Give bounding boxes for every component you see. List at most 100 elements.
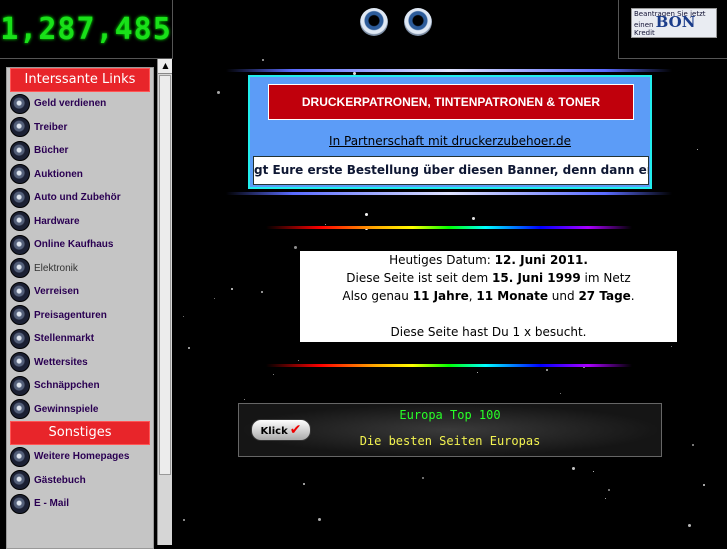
scroll-up-icon[interactable]: ▲ [158,59,173,74]
nav-item[interactable]: Treiber [10,116,153,140]
nav-item[interactable]: Schnäppchen [10,374,153,398]
star [298,360,299,361]
nav-label[interactable]: Auktionen [34,169,83,180]
printer-banner[interactable]: DRUCKERPATRONEN, TINTENPATRONEN & TONER … [248,75,652,189]
banner-title[interactable]: DRUCKERPATRONEN, TINTENPATRONEN & TONER [268,84,634,120]
eyes-animation [358,8,438,38]
star [214,298,215,299]
scrollbar[interactable]: ▲ [157,59,173,545]
star [325,224,326,225]
globe-icon [10,328,30,349]
ad-line3: Kredit [634,29,655,37]
star [303,483,305,485]
star [318,518,321,521]
star [217,91,220,94]
nav-label[interactable]: Treiber [34,122,67,133]
nav-item[interactable]: Stellenmarkt [10,327,153,351]
info-box: Heutiges Datum: 12. Juni 2011. Diese Sei… [300,251,677,342]
nav-item[interactable]: Wettersites [10,351,153,375]
nav-item[interactable]: Gästebuch [10,469,153,493]
nav-label[interactable]: Wettersites [34,357,88,368]
globe-icon [10,258,30,279]
star [671,346,672,347]
current-date: 12. Juni 2011. [494,253,588,267]
globe-icon [10,164,30,185]
date-line: Heutiges Datum: 12. Juni 2011. [300,251,677,269]
counter-value: 1,287,485 [0,11,172,47]
since-line: Diese Seite ist seit dem 15. Juni 1999 i… [300,269,677,287]
since-prefix: Diese Seite ist seit dem [346,271,493,285]
nav-item[interactable]: Geld verdienen [10,92,153,116]
globe-icon [10,187,30,208]
nav-item[interactable]: E - Mail [10,492,153,516]
since-suffix: im Netz [580,271,631,285]
ad-brand: BON [655,13,696,31]
ad-line2: einen [634,21,654,29]
nav-label[interactable]: Online Kaufhaus [34,239,113,250]
nav-label[interactable]: Gewinnspiele [34,404,98,415]
star [593,471,594,472]
nav-label[interactable]: Hardware [34,216,80,227]
bon-kredit-ad[interactable]: Beantragen Sie jetzt einen BON Kredit [631,8,717,38]
globe-icon [10,375,30,396]
star [688,524,691,527]
star [422,477,424,479]
star [183,519,185,521]
globe-icon [10,352,30,373]
star [560,393,561,394]
star [703,484,705,486]
nav-item[interactable]: Online Kaufhaus [10,233,153,257]
partner-link[interactable]: In Partnerschaft mit druckerzubehoer.de [250,134,650,148]
nav-item[interactable]: Verreisen [10,280,153,304]
globe-icon [10,305,30,326]
age-sep2: und [547,289,579,303]
globe-icon [10,234,30,255]
globe-icon [10,281,30,302]
star [261,291,263,293]
nav-label[interactable]: Stellenmarkt [34,333,94,344]
globe-icon [10,470,30,491]
glow-divider-top [226,69,672,72]
nav-label[interactable]: E - Mail [34,498,69,509]
nav-label[interactable]: Bücher [34,145,68,156]
age-suffix: . [630,289,635,303]
rainbow-divider-bottom [266,364,632,367]
star [262,59,264,61]
globe-icon [10,117,30,138]
nav-label[interactable]: Gästebuch [34,475,86,486]
nav-label[interactable]: Verreisen [34,286,79,297]
nav-item[interactable]: Gewinnspiele [10,398,153,422]
star [477,372,478,373]
nav-item[interactable]: Auto und Zubehör [10,186,153,210]
nav-item[interactable]: Auktionen [10,163,153,187]
star [546,369,548,371]
age-years: 11 Jahre [412,289,469,303]
left-frame: Interssante Links Geld verdienen Treiber… [0,59,173,549]
nav-label[interactable]: Schnäppchen [34,380,100,391]
glow-divider-bottom [226,192,672,195]
europa-top100-banner[interactable]: Klick ✔ Europa Top 100 Die besten Seiten … [238,403,662,457]
right-eye-icon [404,8,432,36]
nav-label[interactable]: Preisagenturen [34,310,107,321]
scroll-thumb[interactable] [159,75,171,475]
nav-item[interactable]: Bücher [10,139,153,163]
nav-label[interactable]: Weitere Homepages [34,451,129,462]
globe-icon [10,211,30,232]
star [365,213,368,216]
star [605,498,606,499]
top-frame: 1,287,485 Beantragen Sie jetzt einen BON… [0,0,727,59]
nav-item[interactable]: Weitere Homepages [10,445,153,469]
nav-label[interactable]: Elektronik [34,263,78,274]
star [188,347,190,349]
nav-item[interactable]: Elektronik [10,257,153,281]
section-header-links: Interssante Links [10,68,150,92]
section-header-sonstiges: Sonstiges [10,421,150,445]
nav-item[interactable]: Preisagenturen [10,304,153,328]
date-prefix: Heutiges Datum: [389,253,495,267]
nav-item[interactable]: Hardware [10,210,153,234]
nav-label[interactable]: Geld verdienen [34,98,106,109]
visits-line: Diese Seite hast Du 1 x besucht. [390,325,587,339]
globe-icon [10,493,30,514]
main-frame: DRUCKERPATRONEN, TINTENPATRONEN & TONER … [172,59,727,545]
nav-label[interactable]: Auto und Zubehör [34,192,121,203]
